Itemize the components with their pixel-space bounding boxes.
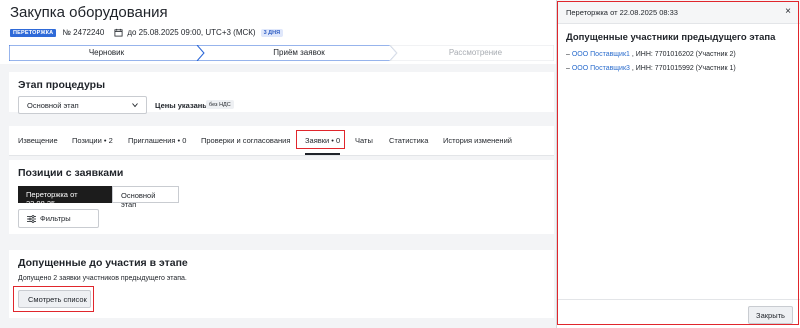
step-review[interactable]: Рассмотрение [397,48,554,57]
days-left-badge: 3 ДНЯ [260,28,284,37]
tab-positions[interactable]: Позиции • 2 [72,136,113,145]
vat-badge: без НДС [206,100,234,109]
stage-card: Этап процедуры Основной этап Цены указан… [9,72,554,114]
type-badge: ПЕРЕТОРЖКА [10,28,57,37]
highlight-frame-tab [296,130,345,149]
admitted-description: Допущено 2 заявки участников предыдущего… [18,275,187,282]
stage-title: Этап процедуры [18,79,106,91]
highlight-frame-panel [557,1,799,325]
stage-select-value: Основной этап [27,101,79,110]
admitted-title: Допущенные до участия в этапе [18,257,188,269]
step-intake[interactable]: Приём заявок [204,48,394,57]
tab-notice[interactable]: Извещение [18,136,58,145]
highlight-frame-button [13,286,94,312]
procedure-meta: ПЕРЕТОРЖКА № 2472240 до 25.08.2025 09:00… [10,28,284,37]
chevron-down-icon [132,103,138,108]
positions-title: Позиции с заявками [18,167,124,179]
tab-invitations[interactable]: Приглашения • 0 [128,136,186,145]
positions-card: Позиции с заявками Переторжка от 22.08.2… [9,160,554,234]
page-title: Закупка оборудования [10,4,168,21]
tab-checks[interactable]: Проверки и согласования [201,136,290,145]
stage-select[interactable]: Основной этап [18,96,147,114]
procedure-stepper: Черновик Приём заявок Рассмотрение [9,45,554,61]
tab-statistics[interactable]: Статистика [389,136,428,145]
filters-button[interactable]: Фильтры [18,209,99,228]
step-draft[interactable]: Черновик [9,48,204,57]
header: Закупка оборудования ПЕРЕТОРЖКА № 247224… [0,0,556,64]
calendar-icon [114,28,123,37]
segment-main-stage[interactable]: Основной этап [112,186,179,209]
tab-chats[interactable]: Чаты [355,136,373,145]
main-content: Закупка оборудования ПЕРЕТОРЖКА № 247224… [0,0,556,328]
tab-bar: Извещение Позиции • 2 Приглашения • 0 Пр… [9,126,554,156]
filters-label: Фильтры [40,214,71,223]
tab-history[interactable]: История изменений [443,136,512,145]
filter-icon [27,215,36,223]
segment-retrade[interactable]: Переторжка от 22.08.25 [18,186,112,208]
price-label: Цены указаны: [155,101,212,110]
deadline-text: до 25.08.2025 09:00, UTC+3 (МСК) [127,28,256,37]
procedure-number: № 2472240 [62,28,105,37]
